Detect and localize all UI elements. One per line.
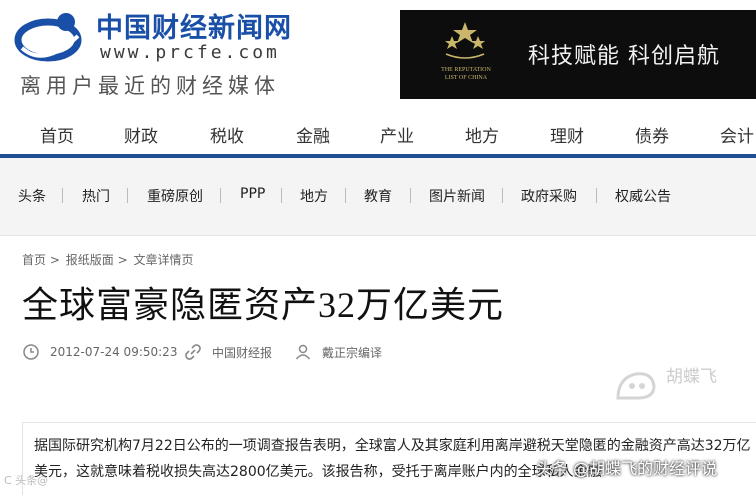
article-author-block: 戴正宗编译 — [294, 342, 382, 362]
article-source[interactable]: 中国财经报 — [212, 344, 272, 361]
article-source-block: 中国财经报 — [184, 342, 272, 362]
header-ad-banner[interactable]: THE REPUTATION LIST OF CHINA 科技赋能 科创启航 — [400, 10, 756, 99]
main-nav-item-wealth[interactable]: 理财 — [550, 122, 584, 147]
sub-nav-item-headlines[interactable]: 头条 — [18, 186, 46, 206]
sub-nav-item-hot[interactable]: 热门 — [82, 186, 110, 206]
sub-nav-separator — [596, 188, 597, 203]
sub-nav-item-education[interactable]: 教育 — [364, 186, 392, 206]
breadcrumb-article[interactable]: 文章详情页 — [133, 253, 193, 267]
emblem-caption: THE REPUTATION LIST OF CHINA — [441, 67, 491, 81]
sub-nav-separator — [345, 188, 346, 203]
main-nav-item-industry[interactable]: 产业 — [380, 122, 414, 147]
sub-nav-item-photo-news[interactable]: 图片新闻 — [429, 186, 485, 206]
link-icon — [185, 344, 201, 360]
site-header: 中国财经新闻网 www.prcfe.com 离用户最近的财经媒体 THE REP… — [0, 0, 756, 112]
watermark-author-top: 胡蝶飞 — [666, 367, 717, 387]
breadcrumb-separator: > — [117, 253, 128, 267]
sub-nav-item-original[interactable]: 重磅原创 — [147, 186, 203, 206]
site-logo-icon[interactable] — [14, 8, 86, 64]
sub-nav-item-procurement[interactable]: 政府采购 — [521, 186, 577, 206]
watermark-right: 头条 @胡蝶飞的财经评说 — [536, 459, 718, 478]
breadcrumb-home[interactable]: 首页 — [22, 253, 46, 267]
watermark-logo-icon — [616, 372, 656, 400]
main-nav-item-local[interactable]: 地方 — [465, 122, 499, 147]
main-nav-item-accounting[interactable]: 会计 — [720, 122, 754, 147]
article-datetime-block: 2012-07-24 09:50:23 — [22, 342, 177, 362]
sub-nav-separator — [410, 188, 411, 203]
sub-nav-separator — [127, 188, 128, 203]
site-slogan: 离用户最近的财经媒体 — [20, 74, 280, 98]
sub-nav-separator — [62, 188, 63, 203]
sub-nav: 头条 热门 重磅原创 PPP 地方 教育 图片新闻 政府采购 权威公告 — [0, 158, 756, 236]
sub-nav-item-ppp[interactable]: PPP — [240, 186, 265, 202]
sub-nav-separator — [502, 188, 503, 203]
reputation-emblem-icon — [445, 22, 485, 59]
main-nav-item-tax[interactable]: 税收 — [210, 122, 244, 147]
main-nav-item-banking[interactable]: 金融 — [296, 122, 330, 147]
article-datetime: 2012-07-24 09:50:23 — [50, 345, 178, 359]
site-url: www.prcfe.com — [100, 42, 280, 63]
clock-icon — [23, 344, 39, 360]
breadcrumb: 首页 > 报纸版面 > 文章详情页 — [22, 251, 193, 268]
user-icon — [295, 344, 311, 360]
main-nav-item-home[interactable]: 首页 — [40, 122, 74, 147]
breadcrumb-separator: > — [49, 253, 60, 267]
breadcrumb-newspaper[interactable]: 报纸版面 — [66, 253, 114, 267]
main-nav: 首页 财政 税收 金融 产业 地方 理财 债券 会计 — [0, 114, 756, 154]
sub-nav-separator — [220, 188, 221, 203]
article-author: 戴正宗编译 — [322, 345, 383, 360]
sub-nav-separator — [281, 188, 282, 203]
article-title: 全球富豪隐匿资产32万亿美元 — [22, 285, 505, 325]
sub-nav-item-local[interactable]: 地方 — [300, 186, 328, 206]
sub-nav-item-announcements[interactable]: 权威公告 — [615, 186, 671, 206]
watermark-left: C 头条@ — [4, 474, 49, 487]
main-nav-item-bonds[interactable]: 债券 — [635, 122, 669, 147]
site-name[interactable]: 中国财经新闻网 — [96, 6, 292, 45]
banner-slogan: 科技赋能 科创启航 — [528, 44, 720, 69]
main-nav-item-finance[interactable]: 财政 — [124, 122, 158, 147]
